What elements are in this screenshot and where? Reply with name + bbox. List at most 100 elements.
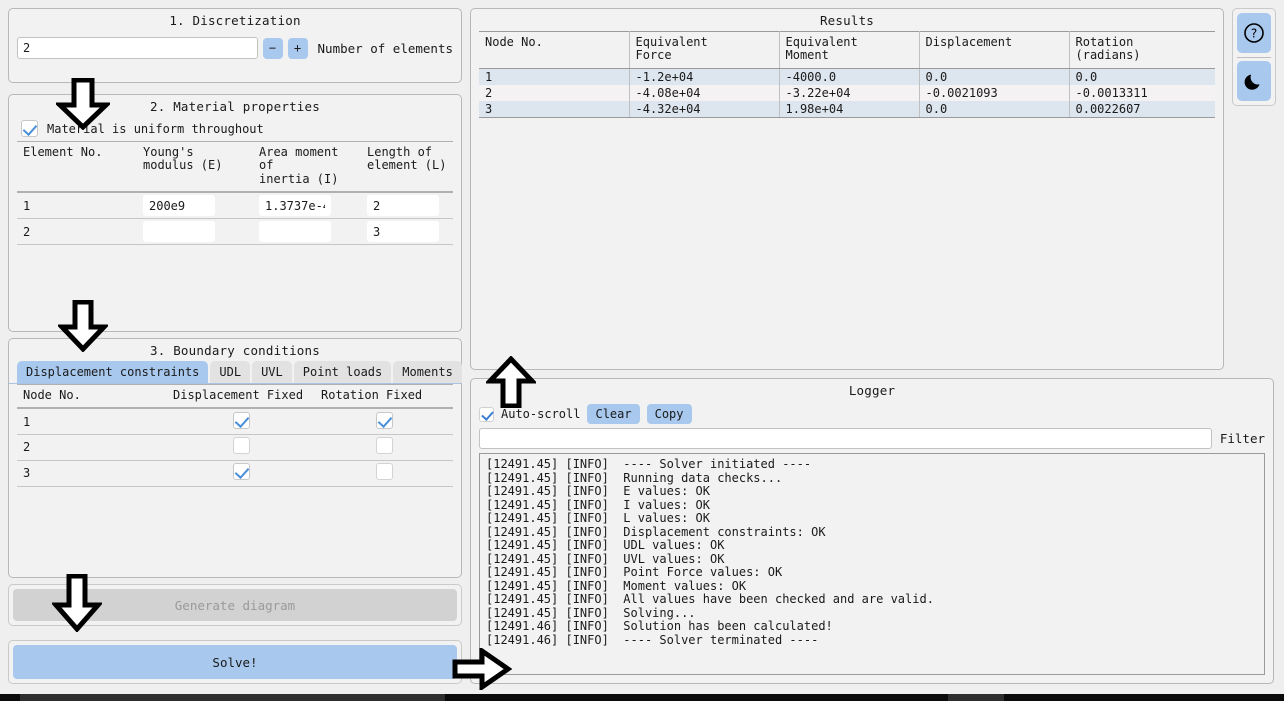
logger-title: Logger [848,383,896,398]
generate-diagram-shell: Generate diagram [8,584,462,626]
tab-point-loads[interactable]: Point loads [293,361,392,383]
material-cell-I [253,218,361,246]
rot-fixed-checkbox-2[interactable] [375,437,393,455]
clear-log-button[interactable]: Clear [587,404,640,424]
results-node: 1 [479,68,630,85]
table-row: 1 -1.2e+04 -4000.0 0.0 0.0 [479,68,1215,85]
decrement-elements-button[interactable]: − [262,37,283,59]
table-row: 3 [17,460,453,487]
results-table-header-row: Node No. Equivalent Force Equivalent Momen… [479,31,1215,69]
log-filter-label: Filter [1219,431,1265,446]
tab-udl[interactable]: UDL [210,361,251,383]
disp-fixed-checkbox-1[interactable] [232,411,250,429]
copy-log-button[interactable]: Copy [646,404,692,424]
log-output-area[interactable]: [12491.45] [INFO] ---- Solver initiated … [479,453,1265,675]
logger-panel: Logger Auto-scroll Clear Copy Filter [12… [470,378,1274,684]
table-row: 2 [17,434,453,461]
generate-diagram-button[interactable]: Generate diagram [13,589,457,621]
rot-fixed-checkbox-1[interactable] [375,411,393,429]
dark-mode-button[interactable] [1237,61,1271,101]
increment-elements-button[interactable]: + [287,37,308,59]
results-rotation: -0.0013311 [1069,84,1215,101]
material-uniform-row: Material is uniform throughout [9,117,461,141]
material-col-youngs: Young's modulus (E) [137,141,253,194]
boundary-row-no: 2 [17,434,167,461]
results-force: -4.08e+04 [629,84,780,101]
icon-rail: ? [1232,8,1276,106]
boundary-row-no: 3 [17,460,167,487]
help-button[interactable]: ? [1237,13,1271,53]
number-of-elements-input[interactable] [17,37,258,59]
material-L-input-1[interactable] [367,195,439,217]
tab-displacement-constraints[interactable]: Displacement constraints [17,361,209,383]
disp-fixed-checkbox-2[interactable] [232,437,250,455]
results-displacement: 0.0 [919,68,1070,85]
material-properties-title: 2. Material properties [150,99,320,114]
auto-scroll-checkbox[interactable] [479,406,494,422]
results-rotation: 0.0022607 [1069,100,1215,118]
tab-moments[interactable]: Moments [393,361,462,383]
solve-button[interactable]: Solve! [13,645,457,679]
disp-fixed-checkbox-3[interactable] [232,463,250,481]
material-L-input-2[interactable] [367,221,439,243]
material-cell-E [137,218,253,246]
bottom-strip [0,694,1284,701]
results-moment: -4000.0 [779,68,920,85]
material-col-inertia: Area moment of inertia (I) [253,141,361,194]
results-moment: 1.98e+04 [779,100,920,118]
moon-icon [1244,74,1260,90]
results-table-wrap: Node No. Equivalent Force Equivalent Momen… [471,31,1223,118]
discretization-controls: − + Number of elements [9,37,461,59]
bottom-strip-segment-right [948,694,1004,701]
material-uniform-checkbox[interactable] [21,120,38,137]
table-row: 3 -4.32e+04 1.98e+04 0.0 0.0022607 [479,100,1215,118]
results-node: 3 [479,100,630,118]
material-table-wrap: Element No. Young's modulus (E) Area mome… [9,141,461,246]
results-col-equiv-force: Equivalent Force [629,31,780,69]
rot-fixed-checkbox-3[interactable] [375,463,393,481]
table-row: 1 [17,408,453,435]
results-node: 2 [479,84,630,101]
boundary-conditions-title: 3. Boundary conditions [150,343,320,358]
material-I-input-2[interactable] [259,221,331,243]
material-row-no: 1 [17,192,137,220]
discretization-panel: 1. Discretization − + Number of elements [8,8,462,83]
results-col-equiv-moment: Equivalent Moment [779,31,920,69]
results-displacement: 0.0 [919,100,1070,118]
material-E-input-2[interactable] [143,221,215,243]
results-col-rotation: Rotation (radians) [1069,31,1215,69]
results-col-displacement: Displacement [919,31,1070,69]
table-row: 1 [17,192,453,220]
results-moment: -3.22e+04 [779,84,920,101]
material-table-header-row: Element No. Young's modulus (E) Area mome… [17,141,453,194]
table-row: 2 [17,218,453,246]
boundary-table-wrap: Node No. Displacement Fixed Rotation Fix… [9,384,461,487]
results-force: -4.32e+04 [629,100,780,118]
application-window: 1. Discretization − + Number of elements… [0,0,1284,701]
boundary-col-rot-fixed: Rotation Fixed [315,384,453,410]
number-of-elements-label: Number of elements [317,40,453,56]
material-row-no: 2 [17,218,137,246]
table-row: 2 -4.08e+04 -3.22e+04 -0.0021093 -0.0013… [479,84,1215,101]
boundary-col-node-no: Node No. [17,384,167,410]
bottom-strip-segment-left [20,694,445,701]
results-force: -1.2e+04 [629,68,780,85]
tab-uvl[interactable]: UVL [252,361,292,383]
discretization-title: 1. Discretization [169,13,301,28]
results-panel: Results Node No. Equivalent Force Equival… [470,8,1224,370]
material-cell-L [361,192,453,220]
svg-text:?: ? [1251,27,1257,41]
material-cell-L [361,218,453,246]
material-I-input-1[interactable] [259,195,331,217]
material-cell-I [253,192,361,220]
material-col-length: Length of element (L) [361,141,453,194]
material-col-element-no: Element No. [17,141,137,194]
icon-rail-divider [1237,56,1271,58]
logger-controls: Auto-scroll Clear Copy [471,401,1273,428]
boundary-row-no: 1 [17,408,167,435]
results-rotation: 0.0 [1069,68,1215,85]
material-E-input-1[interactable] [143,195,215,217]
log-filter-input[interactable] [479,428,1212,449]
material-properties-panel: 2. Material properties Material is unifo… [8,94,462,332]
material-uniform-label: Material is uniform throughout [47,121,264,136]
